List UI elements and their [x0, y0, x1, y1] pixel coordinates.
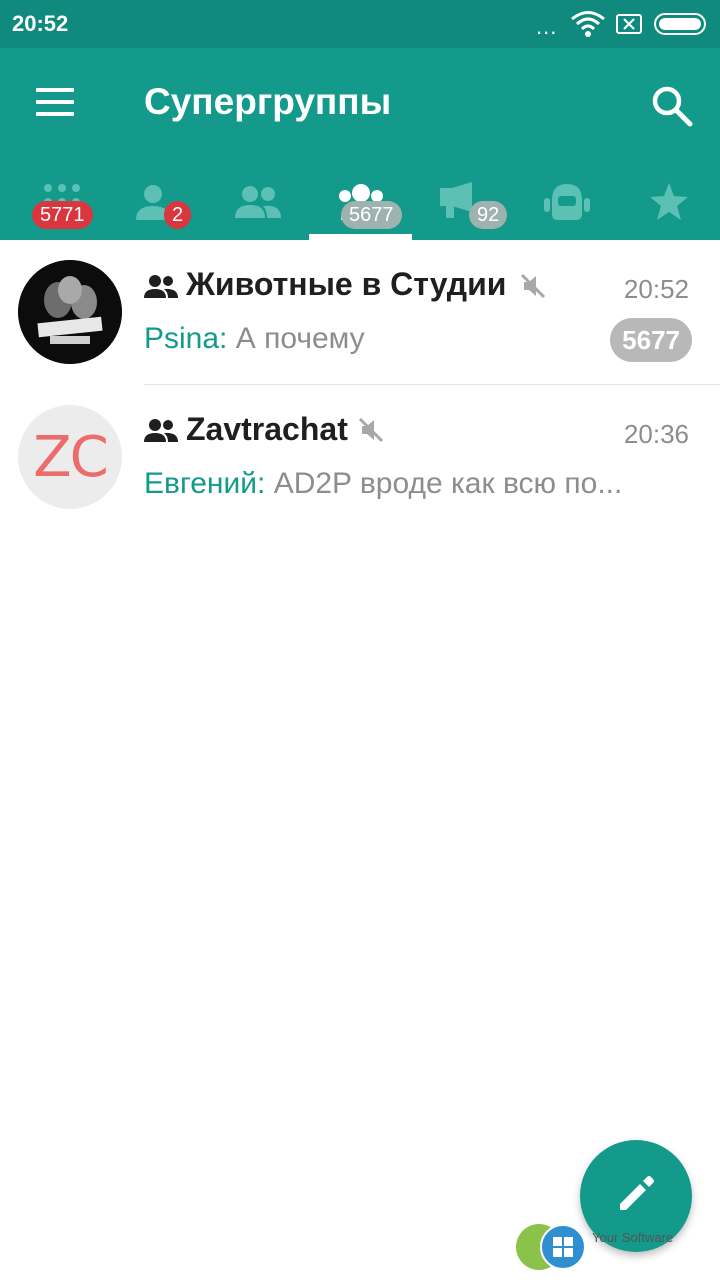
tab-favorites[interactable] [617, 160, 720, 240]
menu-button[interactable] [36, 88, 74, 120]
message-sender: Psina: [144, 322, 228, 355]
watermark-text: Your Software [592, 1230, 674, 1245]
muted-icon [520, 273, 546, 299]
chat-list-item[interactable]: ZC Zavtrachat 20:36 Евгений: AD2P вроде … [0, 385, 720, 530]
chat-name: Животные в Студии [186, 266, 507, 302]
app-bar: Супергруппы 5771 2 5677 92 [0, 48, 720, 240]
avatar: ZC [18, 405, 122, 509]
status-time: 20:52 [12, 11, 69, 36]
hamburger-line [36, 112, 74, 116]
message-text: А почему [235, 322, 365, 355]
battery-icon [654, 13, 706, 35]
no-sim-icon [616, 14, 642, 34]
pencil-icon [620, 1176, 654, 1210]
tab-all[interactable]: 5771 [10, 160, 113, 240]
avatar-initials: ZC [33, 424, 108, 490]
tab-private[interactable]: 2 [113, 160, 216, 240]
bot-icon [543, 184, 590, 220]
avatar [18, 260, 122, 364]
windows-logo-icon [540, 1224, 586, 1270]
search-icon[interactable] [650, 84, 694, 128]
chat-avatar-image [18, 260, 122, 364]
tab-bots[interactable] [515, 160, 618, 240]
star-icon [649, 183, 688, 220]
muted-icon [358, 417, 384, 443]
status-dots: ... [536, 14, 558, 39]
tab-badge: 5677 [341, 201, 402, 229]
windows-squares-icon [553, 1237, 573, 1257]
wifi-icon [571, 11, 605, 37]
message-sender: Евгений: [144, 467, 266, 500]
status-bar: 20:52 ... [0, 0, 720, 48]
chat-list-item[interactable]: Животные в Студии 20:52 Psina: А почему … [0, 240, 720, 385]
chat-time: 20:36 [623, 419, 689, 449]
tab-channels[interactable]: 92 [412, 160, 515, 240]
tab-badge: 92 [469, 201, 508, 229]
hamburger-line [36, 100, 74, 104]
message-preview: Psina: А почему [144, 322, 656, 356]
hamburger-icon [36, 88, 74, 92]
chat-name: Zavtrachat [186, 411, 348, 447]
message-preview: Евгений: AD2P вроде как всю по... [144, 467, 656, 501]
page-title: Супергруппы [144, 81, 392, 122]
tab-badge: 2 [164, 201, 192, 229]
group-chat-icon [144, 275, 178, 298]
groups-icon [234, 186, 281, 218]
unread-count-badge: 5677 [610, 318, 692, 362]
chat-time: 20:52 [623, 274, 689, 304]
message-text: AD2P вроде как всю по... [273, 467, 623, 500]
group-chat-icon [144, 419, 178, 442]
tab-badge: 5771 [32, 201, 93, 229]
tab-groups[interactable] [206, 160, 309, 240]
tab-supergroups[interactable]: 5677 [309, 160, 412, 240]
